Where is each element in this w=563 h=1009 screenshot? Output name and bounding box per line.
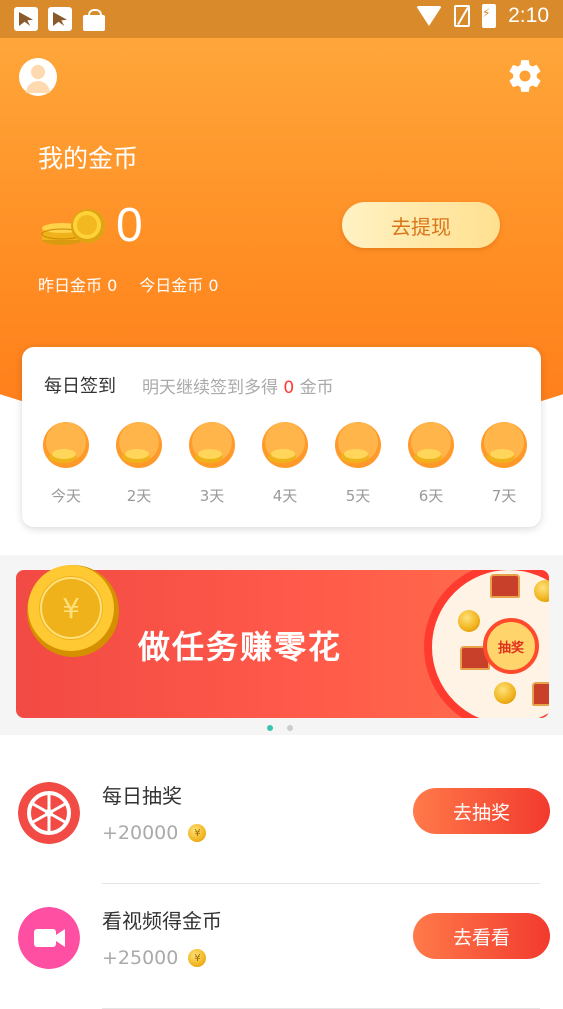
notification-icons [14,7,106,31]
task-row-daily-draw: 每日抽奖 +20000 ¥ 去抽奖 [0,760,563,884]
status-bar: 2:10 [0,0,563,38]
signin-day[interactable]: 今天 [36,422,96,506]
day-label: 5天 [345,487,371,505]
day-coin-icon [408,422,454,468]
signin-title: 每日签到 [44,376,116,397]
task-reward-amount: +20000 [102,822,179,844]
signin-day[interactable]: 5天 [328,422,388,506]
coin-icon: ¥ [188,949,207,967]
signin-hint: 明天继续签到多得 0 金币 [142,373,334,398]
coin-icon [534,580,549,602]
task-reward: +20000 ¥ [102,822,207,844]
banner-pagination [267,725,293,731]
signin-day[interactable]: 2天 [109,422,169,506]
no-sim-icon [454,5,471,27]
day-label: 7天 [491,487,517,505]
my-coins-title: 我的金币 [38,144,139,173]
banner-headline: 做任务赚零花 [138,628,343,666]
day-coin-icon [189,422,235,468]
signin-hint-value: 0 [283,378,295,398]
coin-icon [458,610,480,632]
big-coin-icon: ¥ [27,565,119,657]
system-icons: 2:10 [416,4,549,28]
day-label: 2天 [126,487,152,505]
signin-day[interactable]: 4天 [255,422,315,506]
coin-icon [494,682,516,704]
task-title: 看视频得金币 [102,909,222,933]
wifi-icon [416,6,443,26]
daily-signin-card: 每日签到 明天继续签到多得 0 金币 今天 2天 3天 4天 5天 6天 7天 [22,347,541,527]
day-coin-icon [262,422,308,468]
divider [102,883,540,884]
pagination-dot[interactable] [267,725,273,731]
yesterday-coins: 昨日金币 0 [38,276,118,295]
coin-stack-icon [41,209,105,245]
battery-charging-icon [482,4,497,28]
treasure-chest-icon [490,574,520,598]
signin-hint-prefix: 明天继续签到多得 [142,378,278,398]
signin-day[interactable]: 7天 [474,422,534,506]
coin-icon: ¥ [188,824,207,842]
task-reward: +25000 ¥ [102,947,207,969]
draw-prize-badge[interactable]: 抽奖 [483,618,539,674]
coin-balance: 0 [116,199,143,252]
task-reward-amount: +25000 [102,947,179,969]
coin-stats: 昨日金币 0 今日金币 0 [38,272,219,296]
task-title: 每日抽奖 [102,784,182,808]
app-notification-icon [48,7,72,31]
pagination-dot[interactable] [287,725,293,731]
shopping-bag-icon [82,7,106,31]
prize-wheel-icon [18,782,80,844]
day-coin-icon [43,422,89,468]
app-notification-icon [14,7,38,31]
day-coin-icon [481,422,527,468]
signin-day[interactable]: 6天 [401,422,461,506]
signin-day[interactable]: 3天 [182,422,242,506]
day-label: 4天 [272,487,298,505]
withdraw-button[interactable]: 去提现 [342,202,500,248]
gear-icon[interactable] [506,57,544,95]
task-row-watch-video: 看视频得金币 +25000 ¥ 去看看 [0,885,563,1009]
clock: 2:10 [508,4,549,27]
video-camera-icon [18,907,80,969]
signin-hint-suffix: 金币 [299,378,334,398]
day-label: 3天 [199,487,225,505]
watch-button[interactable]: 去看看 [413,913,550,959]
draw-button[interactable]: 去抽奖 [413,788,550,834]
signin-days: 今天 2天 3天 4天 5天 6天 7天 [36,422,527,512]
day-coin-icon [116,422,162,468]
day-label: 6天 [418,487,444,505]
day-coin-icon [335,422,381,468]
day-label: 今天 [50,487,81,505]
avatar-icon[interactable] [19,58,57,96]
today-coins: 今日金币 0 [139,276,219,295]
svg-text:¥: ¥ [62,592,80,625]
treasure-chest-icon [532,682,549,706]
